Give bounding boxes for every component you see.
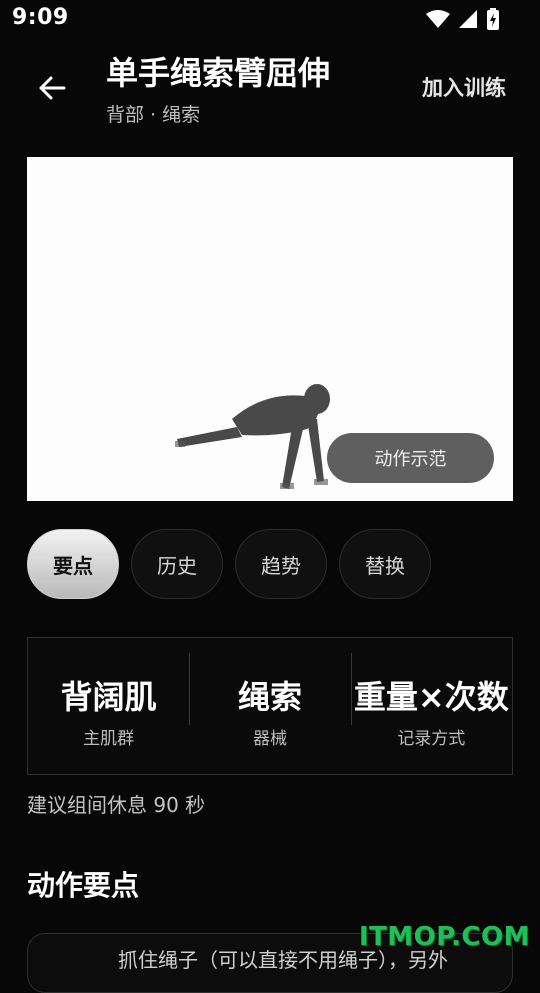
primary-muscle-info: 背阔肌 主肌群 xyxy=(28,638,189,774)
status-time: 9:09 xyxy=(12,5,69,30)
page-subtitle: 背部 · 绳索 xyxy=(106,104,201,126)
add-to-training-button[interactable]: 加入训练 xyxy=(422,72,506,102)
tab-history[interactable]: 历史 xyxy=(131,529,223,599)
tab-bar: 要点 历史 趋势 替换 xyxy=(27,529,431,599)
exercise-video[interactable]: 动作示范 xyxy=(27,157,513,501)
primary-muscle-label: 主肌群 xyxy=(83,729,135,749)
rest-suggestion: 建议组间休息 90 秒 xyxy=(27,793,206,817)
battery-icon xyxy=(487,8,499,30)
equipment-label: 器械 xyxy=(252,729,287,749)
record-mode-info: 重量×次数 记录方式 xyxy=(350,638,512,774)
status-bar: 9:09 xyxy=(0,0,540,38)
tab-alternatives[interactable]: 替换 xyxy=(339,529,431,599)
primary-muscle-value: 背阔肌 xyxy=(60,678,157,716)
demo-button[interactable]: 动作示范 xyxy=(327,433,494,483)
equipment-value: 绳索 xyxy=(237,678,302,716)
tab-trends[interactable]: 趋势 xyxy=(235,529,327,599)
section-title-key-points: 动作要点 xyxy=(27,869,140,902)
exercise-info-card: 背阔肌 主肌群 绳索 器械 重量×次数 记录方式 xyxy=(27,637,513,775)
tab-key-points[interactable]: 要点 xyxy=(27,529,119,599)
status-icons xyxy=(426,8,500,30)
watermark-logo: ITMOP.COM xyxy=(358,922,530,952)
wifi-icon xyxy=(426,10,450,28)
page-title: 单手绳索臂屈伸 xyxy=(106,54,331,92)
equipment-info: 绳索 器械 xyxy=(189,638,350,774)
arrow-left-icon xyxy=(39,76,66,100)
record-mode-value: 重量×次数 xyxy=(353,678,509,716)
header: 单手绳索臂屈伸 背部 · 绳索 加入训练 xyxy=(0,40,540,140)
record-mode-label: 记录方式 xyxy=(397,729,466,749)
back-button[interactable] xyxy=(32,68,72,108)
cell-signal-icon xyxy=(459,10,477,28)
